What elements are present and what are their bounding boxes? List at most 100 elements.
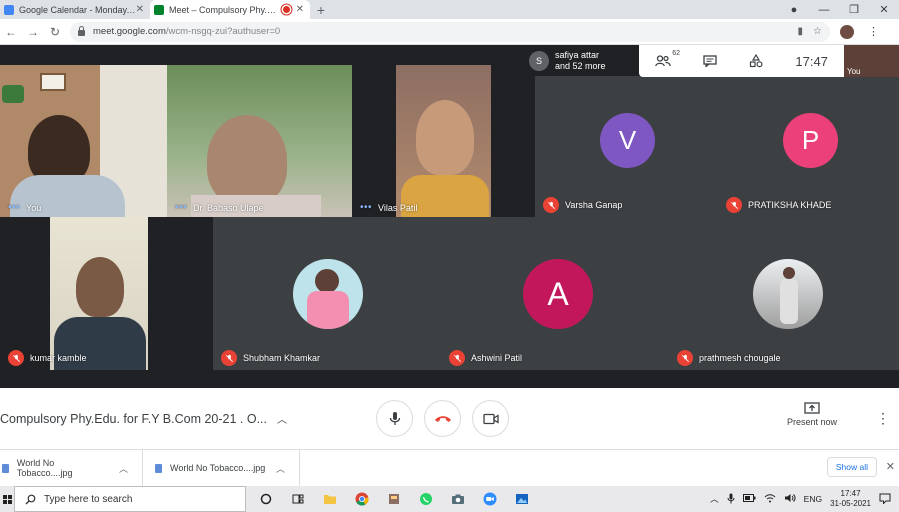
present-now-button[interactable]: Present now: [782, 402, 842, 427]
download-item[interactable]: World No Tobacco....jpg ︿: [0, 449, 143, 487]
close-downloads-icon[interactable]: ✕: [886, 460, 895, 473]
mic-button[interactable]: [376, 400, 413, 437]
chevron-up-icon[interactable]: ︿: [277, 411, 287, 426]
app-icon[interactable]: [384, 489, 404, 509]
meeting-title: Compulsory Phy.Edu. for F.Y B.Com 20-21 …: [0, 411, 268, 426]
meeting-grid: ••• You ••• Dr. Babaso Ulape ••• Vilas Pati…: [0, 45, 899, 388]
photos-icon[interactable]: [512, 489, 532, 509]
chat-icon[interactable]: [703, 55, 717, 67]
restore-icon[interactable]: ❐: [839, 3, 869, 16]
participant-name: Shubham Khamkar: [221, 350, 320, 366]
presenter-label: safiya attar and 52 more: [555, 50, 606, 71]
clock-date: 31-05-2021: [830, 499, 871, 508]
microphone-tray-icon[interactable]: [727, 493, 735, 506]
chevron-up-icon[interactable]: ︿: [276, 462, 285, 475]
self-view-thumbnail[interactable]: You: [844, 45, 899, 77]
image-file-icon: [155, 463, 162, 473]
video-feed: [396, 65, 491, 217]
participant-name: PRATIKSHA KHADE: [726, 197, 831, 213]
leave-call-button[interactable]: [424, 400, 461, 437]
forward-icon[interactable]: →: [22, 25, 44, 39]
participant-tile[interactable]: ••• You: [0, 65, 167, 217]
input-language[interactable]: ENG: [804, 494, 822, 504]
meeting-controls-bar: Compulsory Phy.Edu. for F.Y B.Com 20-21 …: [0, 388, 899, 449]
activities-icon[interactable]: [749, 54, 763, 68]
participant-name: Ashwini Patil: [449, 350, 522, 366]
mic-muted-icon: [726, 197, 742, 213]
profile-icon[interactable]: ●: [779, 4, 809, 16]
camera-button[interactable]: [472, 400, 509, 437]
participant-tile[interactable]: ••• Dr. Babaso Ulape: [167, 65, 352, 217]
meeting-details[interactable]: Compulsory Phy.Edu. for F.Y B.Com 20-21 …: [0, 411, 287, 427]
whatsapp-icon[interactable]: [416, 489, 436, 509]
minimize-icon[interactable]: —: [809, 4, 839, 16]
clock-time: 17:47: [840, 489, 861, 498]
back-icon[interactable]: ←: [0, 25, 22, 39]
image-file-icon: [2, 463, 9, 473]
speaking-indicator-icon: •••: [360, 202, 373, 213]
task-view-icon[interactable]: [288, 489, 308, 509]
meeting-clock: 17:47: [795, 53, 828, 69]
people-icon[interactable]: 62: [655, 50, 680, 67]
start-button[interactable]: [0, 486, 14, 512]
cortana-icon[interactable]: [256, 489, 276, 509]
mic-muted-icon: [449, 350, 465, 366]
show-all-button[interactable]: Show all: [826, 457, 877, 477]
notifications-icon[interactable]: [879, 493, 891, 506]
url-host: meet.google.com: [93, 26, 166, 37]
browser-tab-bar: Google Calendar - Monday, 31 M ✕ Meet – …: [0, 0, 899, 19]
meet-icon: [154, 4, 164, 15]
menu-dots-icon[interactable]: ⋮: [868, 25, 879, 38]
presenter-chip[interactable]: S safiya attar and 52 more: [525, 46, 640, 76]
participants-count: 62: [672, 50, 681, 57]
mic-muted-icon: [8, 350, 24, 366]
tab-google-calendar[interactable]: Google Calendar - Monday, 31 M ✕: [0, 0, 150, 19]
volume-icon[interactable]: [784, 493, 796, 505]
taskbar-search-box[interactable]: Type here to search: [14, 486, 246, 512]
hang-up-icon: [434, 415, 451, 422]
chevron-up-icon[interactable]: ︿: [119, 462, 128, 475]
participant-tile[interactable]: Shubham Khamkar: [213, 217, 441, 370]
presenter-avatar: S: [529, 51, 549, 71]
download-filename: World No Tobacco....jpg: [170, 463, 266, 473]
address-bar[interactable]: meet.google.com/wcm-nsgq-zui?authuser=0 …: [70, 21, 830, 42]
lock-icon[interactable]: [78, 25, 85, 36]
zoom-icon[interactable]: [480, 489, 500, 509]
participant-name: prathmesh chougale: [677, 350, 781, 366]
self-view-label: You: [847, 67, 861, 76]
battery-icon[interactable]: [742, 494, 756, 504]
participant-tile[interactable]: A Ashwini Patil: [441, 217, 669, 370]
close-window-icon[interactable]: ✕: [869, 3, 899, 16]
chrome-icon[interactable]: [352, 489, 372, 509]
video-camera-icon: [482, 413, 499, 424]
camera-app-icon[interactable]: [448, 489, 468, 509]
participant-avatar: P: [783, 113, 838, 168]
participant-avatar: A: [523, 259, 593, 329]
participant-name: ••• You: [8, 202, 42, 213]
participant-tile[interactable]: prathmesh chougale: [669, 217, 899, 370]
system-tray: ︿ ENG 17:47 31-05-2021: [710, 486, 899, 512]
more-options-icon[interactable]: ⋮: [876, 410, 890, 427]
show-hidden-icons[interactable]: ︿: [710, 493, 719, 505]
bookmark-star-icon[interactable]: ☆: [813, 26, 822, 37]
new-tab-button[interactable]: +: [310, 0, 332, 19]
participant-tile[interactable]: kumar kamble: [0, 217, 213, 370]
file-explorer-icon[interactable]: [320, 489, 340, 509]
windows-taskbar: Type here to search ︿ ENG 17:47 31-05-20…: [0, 486, 899, 512]
participant-tile[interactable]: V Varsha Ganap: [535, 65, 718, 217]
wifi-icon[interactable]: [764, 493, 776, 505]
close-tab-icon[interactable]: ✕: [136, 4, 144, 15]
download-item[interactable]: World No Tobacco....jpg ︿: [143, 449, 300, 487]
reload-icon[interactable]: ↻: [44, 25, 66, 39]
participant-tile[interactable]: ••• Vilas Patil: [352, 65, 535, 217]
video-feed: [50, 217, 148, 370]
url-path: /wcm-nsgq-zui?authuser=0: [165, 26, 281, 37]
close-tab-icon[interactable]: ✕: [296, 4, 304, 15]
taskbar-clock[interactable]: 17:47 31-05-2021: [830, 489, 871, 509]
participant-tile[interactable]: P PRATIKSHA KHADE: [718, 65, 899, 217]
tab-google-meet[interactable]: Meet – Compulsory Phy.Edu. ✕: [150, 0, 310, 19]
camera-in-use-icon[interactable]: ▮: [798, 26, 804, 37]
profile-avatar[interactable]: [840, 24, 854, 39]
present-now-label: Present now: [786, 417, 838, 427]
tab-title: Meet – Compulsory Phy.Edu.: [169, 4, 277, 15]
